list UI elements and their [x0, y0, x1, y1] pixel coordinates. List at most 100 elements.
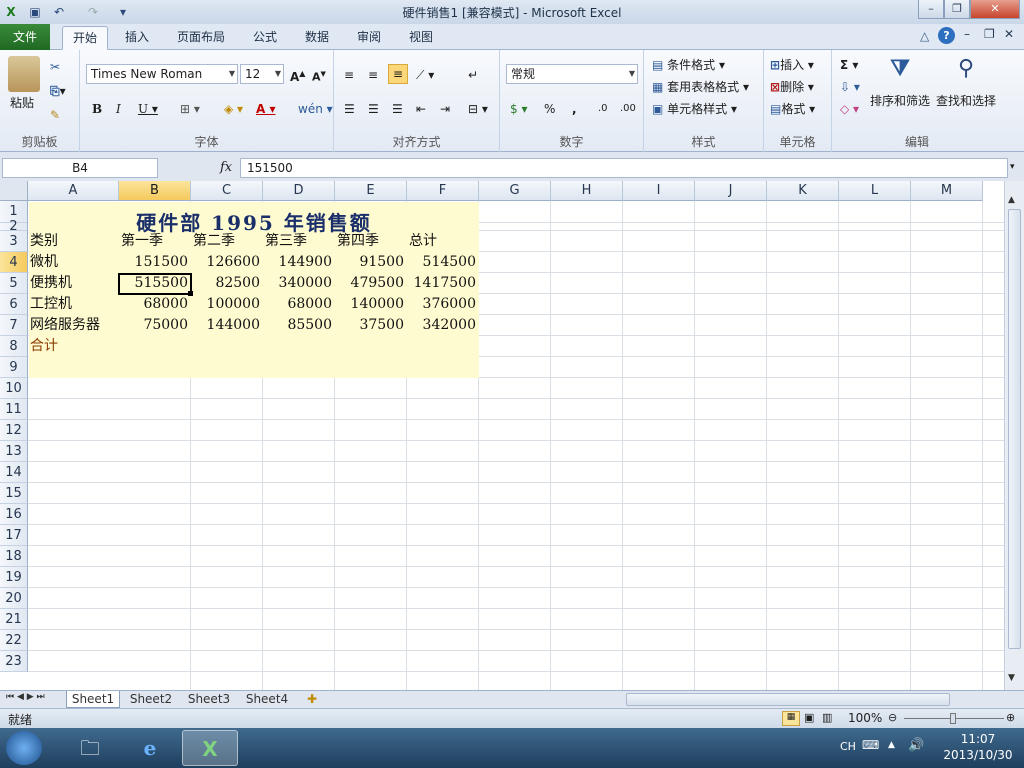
text-cell[interactable]: 类别 [30, 232, 119, 253]
value-cell[interactable]: 68000 [265, 295, 335, 316]
sheet-tab-2[interactable]: Sheet2 [124, 691, 178, 708]
paste-icon[interactable] [8, 56, 40, 92]
align-center-icon[interactable]: ☰ [368, 100, 379, 118]
borders-icon[interactable]: ⊞ ▾ [180, 100, 200, 118]
increase-decimal-icon[interactable]: .0 [598, 100, 608, 118]
row-header-16[interactable]: 16 [0, 504, 28, 525]
tab-data[interactable]: 数据 [296, 26, 338, 50]
column-header-l[interactable]: L [839, 181, 911, 201]
column-header-a[interactable]: A [28, 181, 119, 201]
value-cell[interactable]: 144900 [265, 253, 335, 274]
value-cell[interactable]: 75000 [121, 316, 191, 337]
workbook-restore-icon[interactable]: ❐ [984, 27, 995, 41]
scroll-thumb[interactable] [1008, 209, 1021, 649]
horizontal-scroll-thumb[interactable] [626, 693, 950, 706]
close-button[interactable]: ✕ [970, 0, 1020, 19]
value-cell[interactable]: 514500 [409, 253, 479, 274]
align-right-icon[interactable]: ☰ [392, 100, 403, 118]
conditional-format-button[interactable]: ▤ 条件格式 ▾ [652, 56, 725, 74]
sheet-tab-3[interactable]: Sheet3 [182, 691, 236, 708]
column-header-f[interactable]: F [407, 181, 479, 201]
delete-cells-button[interactable]: ⊠删除 ▾ [770, 78, 814, 96]
tab-review[interactable]: 审阅 [348, 26, 390, 50]
cut-icon[interactable]: ✂ [50, 58, 60, 76]
start-button-icon[interactable] [6, 731, 42, 765]
sort-filter-icon[interactable]: ⧩ [882, 56, 918, 86]
tab-insert[interactable]: 插入 [116, 26, 158, 50]
column-header-k[interactable]: K [767, 181, 839, 201]
grow-font-icon[interactable]: A▲ [290, 65, 305, 86]
copy-icon[interactable]: ⎘▾ [50, 82, 66, 100]
number-format-select[interactable]: 常规 ▼ [506, 64, 638, 84]
clear-icon[interactable]: ◇ ▾ [840, 100, 859, 118]
tab-home[interactable]: 开始 [62, 26, 108, 50]
find-select-button[interactable]: 查找和选择 [936, 92, 996, 110]
value-cell[interactable]: 68000 [121, 295, 191, 316]
font-family-select[interactable]: Times New Roman ▼ [86, 64, 238, 84]
text-cell[interactable]: 网络服务器 [30, 316, 119, 337]
format-cells-button[interactable]: ▤格式 ▾ [770, 100, 815, 118]
format-painter-icon[interactable]: ✎ [50, 106, 60, 124]
value-cell[interactable]: 91500 [337, 253, 407, 274]
tray-expand-icon[interactable]: ▲ [888, 740, 895, 750]
column-header-b[interactable]: B [119, 181, 191, 201]
excel-taskbar-icon[interactable]: X [182, 730, 238, 766]
zoom-level[interactable]: 100% [848, 711, 882, 725]
workbook-close-icon[interactable]: ✕ [1004, 27, 1014, 41]
comma-icon[interactable]: , [572, 100, 577, 118]
row-header-21[interactable]: 21 [0, 609, 28, 630]
font-color-icon[interactable]: A ▾ [256, 100, 276, 118]
workbook-minimize-icon[interactable]: – [964, 27, 970, 41]
row-header-18[interactable]: 18 [0, 546, 28, 567]
sheet-tab-4[interactable]: Sheet4 [240, 691, 294, 708]
value-cell[interactable]: 479500 [337, 274, 407, 295]
value-cell[interactable]: 82500 [193, 274, 263, 295]
volume-icon[interactable]: 🔊 [908, 738, 924, 753]
text-cell[interactable]: 第一季 [121, 232, 191, 253]
text-cell[interactable]: 合计 [30, 337, 119, 358]
explorer-icon[interactable]: 🗀 [62, 730, 118, 766]
align-bottom-icon[interactable]: ≡ [388, 64, 408, 84]
row-header-4[interactable]: 4 [0, 252, 28, 273]
font-size-select[interactable]: 12 ▼ [240, 64, 284, 84]
text-cell[interactable]: 总计 [409, 232, 479, 253]
value-cell[interactable]: 140000 [337, 295, 407, 316]
maximize-button[interactable]: ❐ [944, 0, 970, 19]
increase-indent-icon[interactable]: ⇥ [440, 100, 450, 118]
value-cell[interactable]: 1417500 [409, 274, 479, 295]
italic-icon[interactable]: I [116, 100, 121, 118]
text-cell[interactable]: 第三季 [265, 232, 335, 253]
zoom-in-icon[interactable]: ⊕ [1006, 711, 1015, 724]
row-header-22[interactable]: 22 [0, 630, 28, 651]
select-all-corner[interactable] [0, 181, 28, 201]
clock-time[interactable]: 11:07 [938, 732, 1018, 746]
row-header-23[interactable]: 23 [0, 651, 28, 672]
sort-filter-button[interactable]: 排序和筛选 [870, 92, 930, 110]
clock-date[interactable]: 2013/10/30 [938, 748, 1018, 762]
text-cell[interactable]: 微机 [30, 253, 119, 274]
vertical-scrollbar[interactable]: ▲ ▼ [1004, 181, 1024, 690]
column-header-m[interactable]: M [911, 181, 983, 201]
text-cell[interactable]: 第四季 [337, 232, 407, 253]
language-indicator[interactable]: CH [840, 740, 856, 753]
sheet-nav-icons[interactable]: ⏮ ◀ ▶ ⏭ [6, 692, 45, 702]
insert-cells-button[interactable]: ⊞插入 ▾ [770, 56, 814, 74]
ie-icon[interactable]: e [122, 730, 178, 766]
scroll-down-icon[interactable]: ▼ [1008, 673, 1015, 683]
row-header-14[interactable]: 14 [0, 462, 28, 483]
row-header-12[interactable]: 12 [0, 420, 28, 441]
find-select-icon[interactable]: ⚲ [948, 56, 984, 86]
column-header-c[interactable]: C [191, 181, 263, 201]
orientation-icon[interactable]: ⟋ ▾ [416, 66, 434, 84]
align-middle-icon[interactable]: ≡ [368, 66, 378, 84]
value-cell[interactable]: 144000 [193, 316, 263, 337]
bold-icon[interactable]: B [92, 100, 102, 118]
row-header-15[interactable]: 15 [0, 483, 28, 504]
new-sheet-icon[interactable]: ✚ [300, 691, 324, 708]
value-cell[interactable]: 85500 [265, 316, 335, 337]
insert-function-icon[interactable]: fx [220, 160, 232, 175]
currency-icon[interactable]: $ ▾ [510, 100, 527, 118]
wrap-text-icon[interactable]: ↵ [468, 66, 478, 84]
page-break-view-icon[interactable]: ▥ [822, 711, 832, 724]
zoom-out-icon[interactable]: ⊖ [888, 711, 897, 724]
